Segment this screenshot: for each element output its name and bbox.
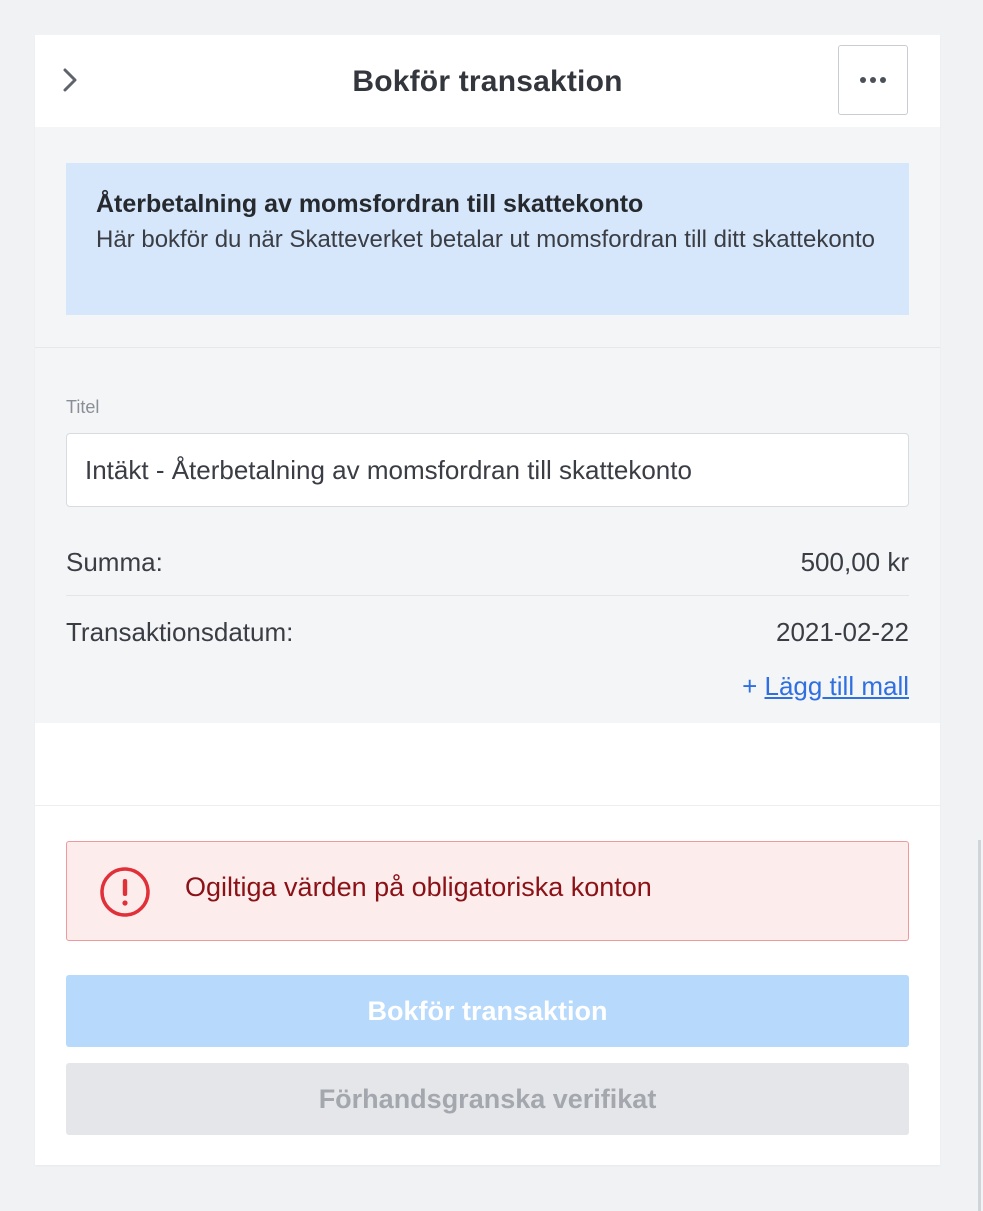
panel-title: Bokför transaktion	[352, 65, 623, 98]
sum-row: Summa: 500,00 kr	[66, 547, 909, 597]
add-template-prefix: +	[742, 671, 765, 701]
info-text: Här bokför du när Skatteverket betalar u…	[96, 226, 876, 253]
add-template-label: Lägg till mall	[764, 671, 909, 701]
title-label: Titel	[66, 397, 100, 417]
section-divider	[35, 347, 940, 348]
row-divider	[66, 595, 909, 596]
more-options-button[interactable]	[838, 45, 908, 115]
more-horizontal-icon	[860, 77, 886, 83]
date-row: Transaktionsdatum: 2021-02-22	[66, 617, 909, 667]
date-label: Transaktionsdatum:	[66, 617, 294, 647]
panel-header: Bokför transaktion	[35, 35, 940, 128]
preview-voucher-button[interactable]: Förhandsgranska verifikat	[66, 1063, 909, 1135]
sum-label: Summa:	[66, 547, 163, 577]
add-template-link[interactable]: + Lägg till mall	[742, 671, 909, 702]
scrollbar[interactable]	[978, 840, 981, 1211]
booking-panel: Bokför transaktion Återbetalning av moms…	[35, 35, 940, 1165]
info-title: Återbetalning av momsfordran till skatte…	[96, 190, 644, 218]
sum-value: 500,00 kr	[800, 547, 909, 577]
error-alert: Ogiltiga värden på obligatoriska konton	[66, 841, 909, 941]
date-value: 2021-02-22	[776, 617, 909, 647]
title-input[interactable]	[66, 433, 909, 507]
empty-section	[35, 723, 940, 806]
info-box: Återbetalning av momsfordran till skatte…	[66, 163, 909, 315]
alert-circle-icon	[100, 867, 150, 917]
error-message: Ogiltiga värden på obligatoriska konton	[185, 872, 652, 902]
transaction-details: Återbetalning av momsfordran till skatte…	[35, 127, 940, 723]
book-transaction-button[interactable]: Bokför transaktion	[66, 975, 909, 1047]
